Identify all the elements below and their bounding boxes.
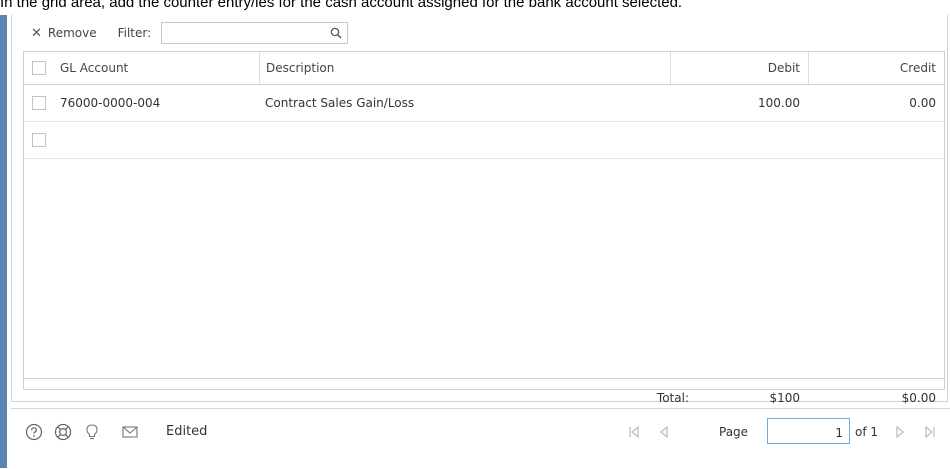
remove-button[interactable]: ✕ Remove xyxy=(31,26,97,41)
debit-cell[interactable] xyxy=(670,121,808,158)
remove-button-label: Remove xyxy=(47,26,97,40)
next-page-icon[interactable] xyxy=(893,425,907,439)
filter-input[interactable] xyxy=(162,24,331,42)
column-header-label: Credit xyxy=(899,61,936,75)
mail-icon[interactable] xyxy=(121,423,139,441)
page-number-input[interactable] xyxy=(767,418,850,444)
credit-cell[interactable]: 0.00 xyxy=(808,84,944,121)
column-header-label: GL Account xyxy=(60,61,129,75)
gl-entries-grid: GL Account Description Debit Credit 7600… xyxy=(23,51,945,405)
search-icon[interactable] xyxy=(330,27,342,39)
previous-page-icon[interactable] xyxy=(657,425,671,439)
column-header-description[interactable]: Description xyxy=(259,52,670,84)
table-row[interactable]: 76000-0000-004 Contract Sales Gain/Loss … xyxy=(24,84,944,122)
status-footer: Edited Page of 1 xyxy=(11,408,950,469)
left-accent-bar xyxy=(0,15,7,468)
column-header-gl-account[interactable]: GL Account xyxy=(54,52,259,84)
row-checkbox[interactable] xyxy=(32,95,46,110)
row-checkbox[interactable] xyxy=(32,132,46,147)
grid-toolbar: ✕ Remove Filter: xyxy=(11,19,941,47)
page-label: Page xyxy=(719,425,749,439)
column-header-label: Description xyxy=(266,61,335,75)
lightbulb-icon[interactable] xyxy=(83,423,101,441)
gl-account-cell[interactable]: 76000-0000-004 xyxy=(54,84,259,121)
select-all-checkbox[interactable] xyxy=(32,61,46,75)
select-all-cell xyxy=(24,52,54,84)
row-select-cell xyxy=(24,84,54,121)
first-page-icon[interactable] xyxy=(627,425,641,439)
column-header-credit[interactable]: Credit xyxy=(808,52,944,84)
grid-header: GL Account Description Debit Credit xyxy=(24,52,944,85)
debit-cell[interactable]: 100.00 xyxy=(670,84,808,121)
help-icon[interactable] xyxy=(25,423,43,441)
column-header-label: Debit xyxy=(767,61,800,75)
status-text: Edited xyxy=(166,424,208,439)
table-row[interactable] xyxy=(24,121,944,159)
page-count-label: of 1 xyxy=(855,425,879,439)
gl-account-cell[interactable] xyxy=(54,121,259,158)
column-header-debit[interactable]: Debit xyxy=(670,52,808,84)
credit-cell[interactable] xyxy=(808,121,944,158)
support-icon[interactable] xyxy=(54,423,72,441)
filter-field xyxy=(161,22,349,44)
instruction-caption: In the grid area, add the counter entry/… xyxy=(0,0,683,11)
description-cell[interactable] xyxy=(259,121,670,158)
filter-label: Filter: xyxy=(117,26,152,40)
row-select-cell xyxy=(24,121,54,158)
close-icon: ✕ xyxy=(31,25,42,41)
last-page-icon[interactable] xyxy=(923,425,937,439)
description-cell[interactable]: Contract Sales Gain/Loss xyxy=(259,84,670,121)
